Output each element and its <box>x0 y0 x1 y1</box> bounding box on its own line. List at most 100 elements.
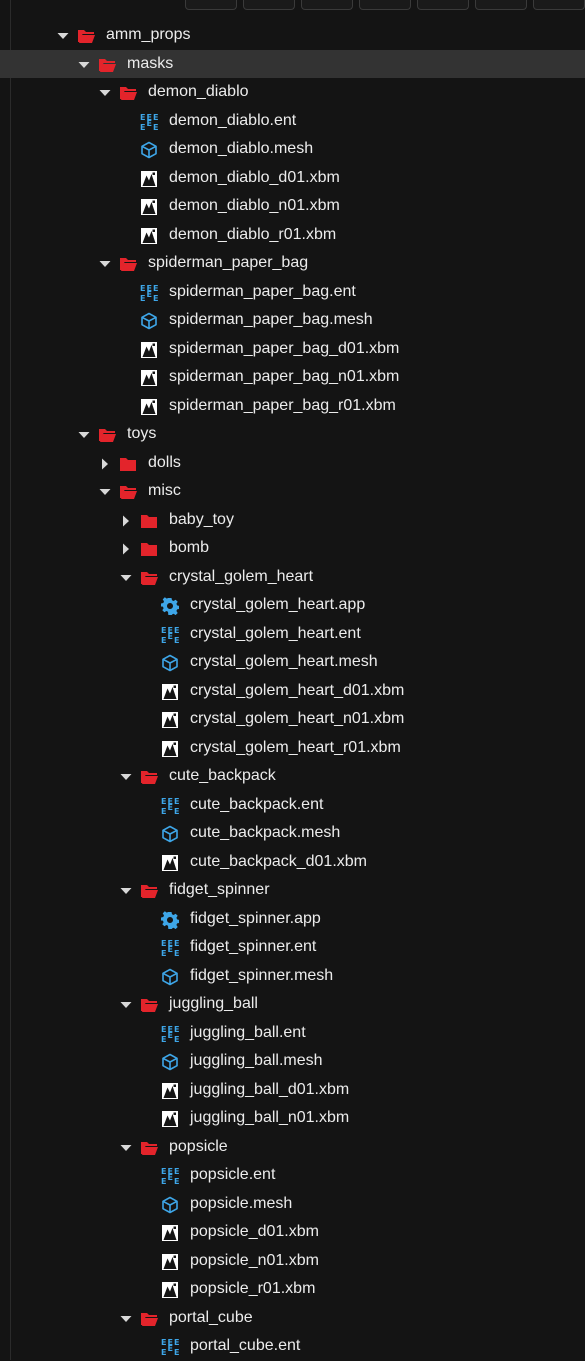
toolbar-button[interactable] <box>475 0 527 10</box>
tree-file-row[interactable]: popsicle_r01.xbm <box>0 1275 585 1304</box>
chevron-down-icon[interactable] <box>120 770 132 782</box>
entity-file-icon: EEEEEE <box>161 797 179 816</box>
tree-item-label: toys <box>127 425 157 442</box>
chevron-down-icon[interactable] <box>120 884 132 896</box>
tree-folder-row[interactable]: cute_backpack <box>0 762 585 791</box>
chevron-right-icon[interactable] <box>120 514 132 526</box>
chevron-down-icon[interactable] <box>99 485 111 497</box>
texture-image-icon <box>161 1281 179 1299</box>
texture-image-icon <box>161 1082 179 1100</box>
tree-file-row[interactable]: E E E E E E cute_backpack.ent <box>0 791 585 820</box>
tree-file-row[interactable]: cute_backpack.mesh <box>0 819 585 848</box>
chevron-down-icon[interactable] <box>120 998 132 1010</box>
tree-file-row[interactable]: E E E E E E fidget_spinner.ent <box>0 933 585 962</box>
tree-item-label: demon_diablo_d01.xbm <box>169 168 340 186</box>
svg-text:E: E <box>161 807 166 815</box>
tree-file-row[interactable]: popsicle_n01.xbm <box>0 1247 585 1276</box>
texture-image-icon <box>161 740 179 758</box>
toolbar-button[interactable] <box>417 0 469 10</box>
tree-item-label: spiderman_paper_bag.ent <box>169 282 356 300</box>
svg-text:E: E <box>174 939 179 948</box>
tree-folder-row[interactable]: misc <box>0 477 585 506</box>
chevron-down-icon[interactable] <box>78 58 90 70</box>
tree-file-row[interactable]: crystal_golem_heart_r01.xbm <box>0 734 585 763</box>
tree-file-row[interactable]: spiderman_paper_bag_d01.xbm <box>0 335 585 364</box>
svg-text:E: E <box>174 1177 179 1185</box>
tree-folder-row[interactable]: amm_props <box>0 21 585 50</box>
tree-file-row[interactable]: E E E E E E popsicle.ent <box>0 1161 585 1190</box>
tree-folder-row[interactable]: toys <box>0 420 585 449</box>
chevron-down-icon[interactable] <box>99 86 111 98</box>
svg-text:E: E <box>174 636 179 644</box>
tree-file-row[interactable]: spiderman_paper_bag_n01.xbm <box>0 363 585 392</box>
chevron-down-icon[interactable] <box>99 257 111 269</box>
svg-text:E: E <box>140 123 145 131</box>
chevron-right-icon[interactable] <box>99 457 111 469</box>
tree-folder-row[interactable]: crystal_golem_heart <box>0 563 585 592</box>
entity-file-icon: EEEEEE <box>161 1167 179 1186</box>
tree-folder-row[interactable]: bomb <box>0 534 585 563</box>
tree-item-label: popsicle_n01.xbm <box>190 1251 319 1269</box>
svg-text:E: E <box>174 1348 179 1356</box>
tree-file-row[interactable]: fidget_spinner.mesh <box>0 962 585 991</box>
tree-file-row[interactable]: E E E E E E juggling_ball.ent <box>0 1019 585 1048</box>
tree-file-row[interactable]: juggling_ball.mesh <box>0 1047 585 1076</box>
toolbar-button[interactable] <box>533 0 585 10</box>
tree-file-row[interactable]: crystal_golem_heart_d01.xbm <box>0 677 585 706</box>
tree-file-row[interactable]: crystal_golem_heart.app <box>0 591 585 620</box>
tree-file-row[interactable]: E E E E E E demon_diablo.ent <box>0 107 585 136</box>
tree-file-row[interactable]: E E E E E E portal_cube.ent <box>0 1332 585 1361</box>
chevron-down-icon[interactable] <box>120 571 132 583</box>
tree-file-row[interactable]: demon_diablo_r01.xbm <box>0 221 585 250</box>
chevron-down-icon[interactable] <box>120 1141 132 1153</box>
tree-file-row[interactable]: crystal_golem_heart_n01.xbm <box>0 705 585 734</box>
tree-file-row[interactable]: popsicle_d01.xbm <box>0 1218 585 1247</box>
tree-folder-row[interactable]: masks <box>0 49 585 78</box>
tree-item-label: fidget_spinner.ent <box>190 938 317 955</box>
entity-file-icon: EEEEEE <box>161 939 179 958</box>
tree-file-row[interactable]: spiderman_paper_bag_r01.xbm <box>0 392 585 421</box>
tree-file-row[interactable]: E E E E E E crystal_golem_heart.ent <box>0 620 585 649</box>
tree-item-label: demon_diablo.mesh <box>169 140 314 157</box>
chevron-down-icon[interactable] <box>78 428 90 440</box>
tree-file-row[interactable]: demon_diablo.mesh <box>0 135 585 164</box>
chevron-down-icon[interactable] <box>120 1312 132 1324</box>
tree-file-row[interactable]: cute_backpack_d01.xbm <box>0 848 585 877</box>
svg-text:E: E <box>161 626 166 635</box>
tree-file-row[interactable]: fidget_spinner.app <box>0 905 585 934</box>
entity-file-icon: EEEEEE <box>161 1025 179 1044</box>
chevron-right-icon[interactable] <box>120 542 132 555</box>
svg-text:E: E <box>161 1338 166 1347</box>
file-tree: amm_props masks demon_diablo E E E E E Edemon_di… <box>0 21 585 1361</box>
tree-folder-row[interactable]: demon_diablo <box>0 78 585 107</box>
tree-file-row[interactable]: juggling_ball_n01.xbm <box>0 1104 585 1133</box>
svg-text:E: E <box>168 803 173 812</box>
tree-file-row[interactable]: E E E E E E spiderman_paper_bag.ent <box>0 278 585 307</box>
tree-folder-row[interactable]: baby_toy <box>0 506 585 535</box>
entity-file-icon: EEEEEE <box>161 1338 179 1357</box>
tree-file-row[interactable]: popsicle.mesh <box>0 1190 585 1219</box>
tree-folder-row[interactable]: fidget_spinner <box>0 876 585 905</box>
chevron-down-icon[interactable] <box>57 29 69 41</box>
folder-open-icon <box>119 255 137 273</box>
tree-item-label: juggling_ball.ent <box>190 1023 306 1041</box>
tree-file-row[interactable]: demon_diablo_d01.xbm <box>0 164 585 193</box>
tree-folder-row[interactable]: portal_cube <box>0 1304 585 1333</box>
toolbar-button[interactable] <box>359 0 411 10</box>
tree-file-row[interactable]: spiderman_paper_bag.mesh <box>0 306 585 335</box>
tree-item-label: fidget_spinner.app <box>190 909 321 927</box>
tree-folder-row[interactable]: juggling_ball <box>0 990 585 1019</box>
tree-file-row[interactable]: demon_diablo_n01.xbm <box>0 192 585 221</box>
tree-folder-row[interactable]: popsicle <box>0 1133 585 1162</box>
tree-folder-row[interactable]: spiderman_paper_bag <box>0 249 585 278</box>
toolbar-button[interactable] <box>301 0 353 10</box>
toolbar-button[interactable] <box>243 0 295 10</box>
folder-icon <box>140 540 158 558</box>
tree-folder-row[interactable]: dolls <box>0 449 585 478</box>
toolbar-button[interactable] <box>185 0 237 10</box>
tree-file-row[interactable]: juggling_ball_d01.xbm <box>0 1076 585 1105</box>
svg-text:E: E <box>174 1338 179 1347</box>
tree-item-label: cute_backpack.ent <box>190 795 324 813</box>
tree-file-row[interactable]: crystal_golem_heart.mesh <box>0 648 585 677</box>
texture-image-icon <box>140 341 158 359</box>
